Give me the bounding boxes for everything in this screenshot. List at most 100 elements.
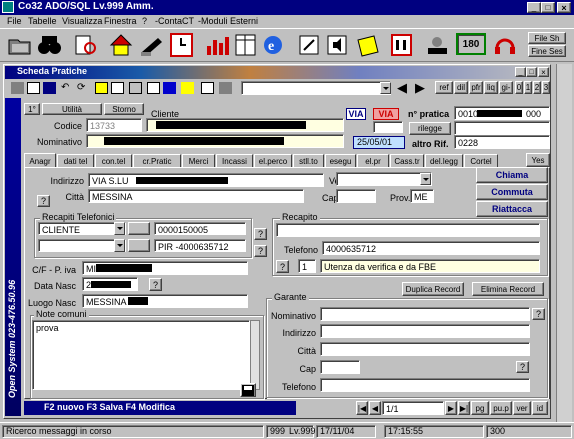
forward-arrow-icon[interactable]: ▶ [415, 81, 425, 94]
g-indirizzo-field[interactable] [320, 324, 530, 338]
tab-cr-pratic[interactable]: cr.Pratic [133, 154, 181, 168]
sort-icon[interactable] [147, 82, 160, 94]
altro-rif-field[interactable]: 0228 [454, 135, 550, 149]
riattacca-button[interactable]: Riattacca [476, 201, 548, 217]
yes-button[interactable]: Yes [526, 153, 550, 167]
g-help-button[interactable]: ? [532, 308, 545, 320]
ver-button[interactable]: ver [513, 401, 531, 415]
tools-icon[interactable] [219, 82, 232, 94]
undo-icon[interactable]: ↶ [61, 82, 74, 94]
tab-stll-to[interactable]: stll.to [293, 154, 324, 168]
child-close-button[interactable]: × [538, 67, 549, 77]
id-button[interactable]: id [532, 401, 548, 415]
filter-icon[interactable] [129, 82, 142, 94]
nav-3[interactable]: 3 [542, 81, 550, 94]
home-icon[interactable] [108, 32, 135, 58]
chiama-button[interactable]: Chiama [476, 167, 548, 183]
g-telefono-field[interactable] [320, 378, 530, 392]
menu-visualizza[interactable]: Visualizza [62, 16, 102, 26]
utilita-button[interactable]: Utilità [42, 103, 102, 115]
pg-button[interactable]: pg [471, 401, 489, 415]
phone1-type[interactable]: CLIENTE [38, 222, 126, 235]
minimize-button[interactable]: _ [527, 2, 541, 13]
record-last-button[interactable]: ▶| [458, 401, 470, 415]
phone-edit-button-2[interactable]: ? [254, 245, 267, 257]
menu-contact[interactable]: -ContaCT [155, 16, 194, 26]
maximize-button[interactable]: □ [541, 2, 555, 13]
nav-ref[interactable]: ref [435, 81, 453, 94]
record-next-button[interactable]: ▶ [445, 401, 457, 415]
g-cap-help[interactable]: ? [516, 361, 529, 373]
record-first-button[interactable]: |◀ [356, 401, 368, 415]
tab-cass-tr[interactable]: Cass.tr [390, 154, 424, 168]
menu-finestra[interactable]: Finestra [104, 16, 137, 26]
commuta-button[interactable]: Commuta [476, 184, 548, 200]
close-button[interactable]: × [557, 2, 571, 13]
note-textarea[interactable]: prova [32, 320, 250, 390]
new-icon[interactable] [27, 82, 40, 94]
recapito-num-field[interactable]: 1 [298, 259, 316, 273]
duplica-record-button[interactable]: Duplica Record [402, 282, 464, 296]
telefono-field[interactable]: 4000635712 [322, 241, 540, 255]
stamp-icon[interactable] [138, 32, 165, 58]
nav-1[interactable]: 1 [524, 81, 532, 94]
menu-tabelle[interactable]: Tabelle [28, 16, 57, 26]
datanasc-help[interactable]: ? [149, 278, 162, 291]
g-citta-field[interactable] [320, 342, 530, 356]
child-combo-arrow[interactable] [380, 82, 391, 94]
tab-el-perco[interactable]: el.perco [254, 154, 292, 168]
find-icon[interactable] [163, 82, 176, 94]
phone1-btn[interactable] [128, 222, 150, 235]
first-icon[interactable] [95, 82, 108, 94]
citta-field[interactable]: MESSINA [88, 189, 304, 203]
chart-icon[interactable] [204, 32, 231, 58]
child-combo[interactable] [241, 81, 391, 95]
speaker-icon[interactable] [324, 32, 351, 58]
phone2-type[interactable] [38, 239, 126, 252]
open-folder-icon[interactable] [6, 32, 33, 58]
mdi-scrollbar[interactable] [556, 64, 572, 422]
phone2-value[interactable]: PIR -4000635712 [154, 239, 246, 252]
network-icon[interactable] [424, 32, 451, 58]
rilegge-button[interactable]: rilegge [409, 122, 451, 135]
g-cap-field[interactable] [320, 360, 360, 374]
elimina-record-button[interactable]: Elimina Record [472, 282, 544, 296]
vecchio-arrow[interactable] [420, 173, 431, 185]
tab-esegu[interactable]: esegu [325, 154, 356, 168]
tab-cortel[interactable]: Cortel [464, 154, 498, 168]
via-red-field[interactable] [373, 121, 403, 133]
binoculars-icon[interactable] [36, 32, 63, 58]
clock-icon[interactable] [168, 32, 195, 58]
cap-field[interactable] [336, 189, 376, 203]
note-save-icon[interactable] [240, 383, 256, 397]
edit-icon[interactable] [181, 82, 194, 94]
calendar-icon[interactable] [388, 32, 415, 58]
g-nominativo-field[interactable] [320, 307, 530, 321]
tab-del-legg[interactable]: del.legg [425, 154, 463, 168]
recapito-help-button[interactable]: ? [276, 260, 289, 273]
menu-help[interactable]: ? [142, 16, 147, 26]
menu-file[interactable]: File [7, 16, 22, 26]
tab-merci[interactable]: Merci [182, 154, 215, 168]
report-icon[interactable] [201, 82, 214, 94]
vecchio-field[interactable] [336, 172, 432, 186]
luogonasc-field[interactable]: MESSINA [82, 294, 248, 308]
fine-ses-button[interactable]: Fine Ses [528, 45, 566, 57]
tab-el-pr[interactable]: el.pr [357, 154, 389, 168]
phone2-arrow[interactable] [114, 239, 125, 252]
nav-liq[interactable]: liq [484, 81, 498, 94]
child-maximize-button[interactable]: □ [526, 67, 537, 77]
nav-gi[interactable]: gi- [499, 81, 513, 94]
date-field[interactable]: 25/05/01 [353, 136, 405, 149]
prov-field[interactable]: ME [410, 189, 434, 203]
phone2-btn[interactable] [128, 239, 150, 252]
storno-button[interactable]: Storno [104, 103, 144, 115]
tab-anagr[interactable]: Anagr [24, 153, 56, 168]
record-prev-button[interactable]: ◀ [369, 401, 381, 415]
phone-edit-button[interactable]: ? [254, 228, 267, 240]
save-icon[interactable] [43, 82, 56, 94]
recapito-field[interactable] [276, 223, 540, 237]
tab-incassi[interactable]: Incassi [216, 154, 253, 168]
print-icon[interactable] [11, 82, 24, 94]
headset-icon[interactable] [492, 32, 519, 58]
